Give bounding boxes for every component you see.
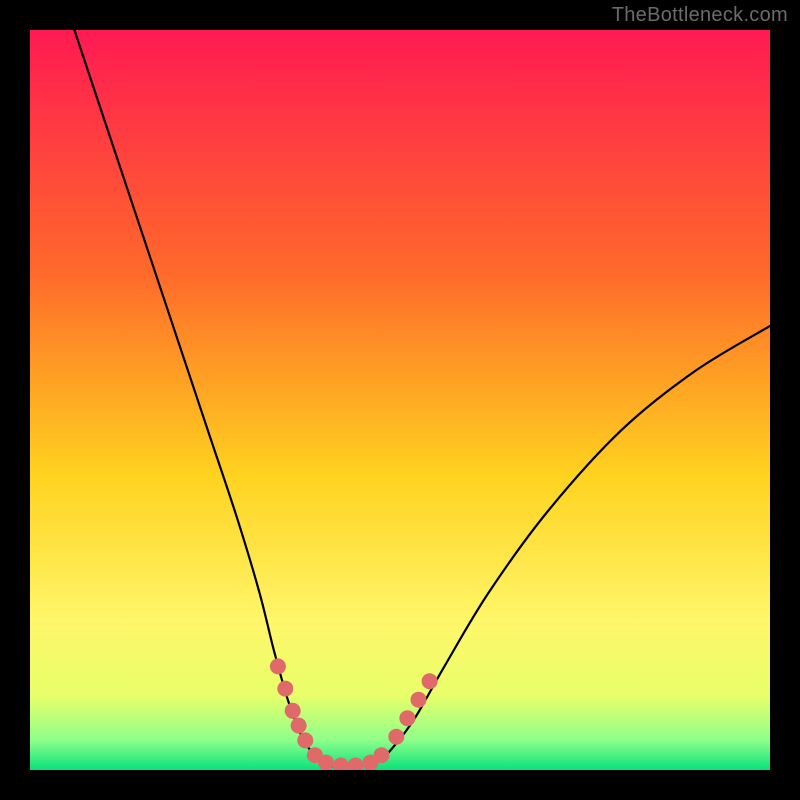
plot-area [30,30,770,770]
marker-dot [277,681,293,697]
marker-dot [270,658,286,674]
chart-frame: TheBottleneck.com [0,0,800,800]
marker-dot [374,747,390,763]
watermark-text: TheBottleneck.com [612,4,788,27]
marker-dot [399,710,415,726]
marker-dot [297,732,313,748]
marker-dot [422,673,438,689]
marker-dot [318,755,334,770]
marker-dot [388,729,404,745]
marker-dot [291,718,307,734]
plot-svg [30,30,770,770]
marker-dot [411,692,427,708]
gradient-background [30,30,770,770]
marker-dot [285,703,301,719]
